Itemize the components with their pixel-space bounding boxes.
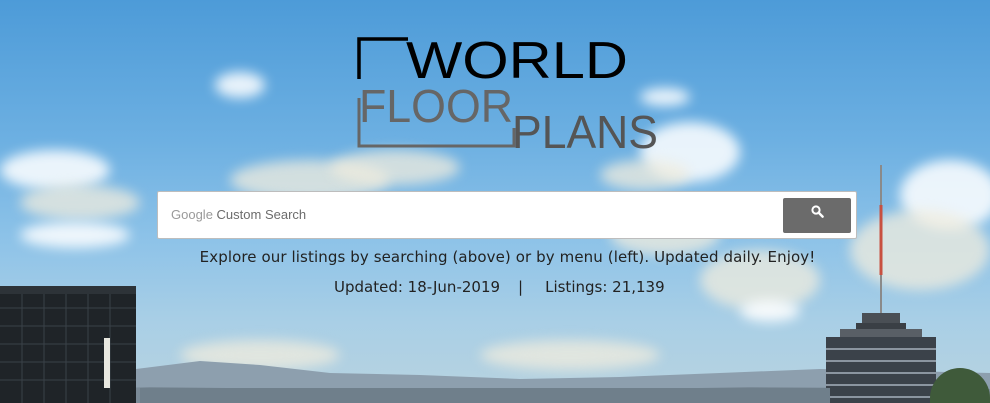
updated-date: Updated: 18-Jun-2019 bbox=[334, 278, 501, 296]
city-skyline bbox=[140, 388, 830, 403]
cloud bbox=[20, 185, 140, 220]
cloud bbox=[740, 300, 800, 322]
stats-line: Updated: 18-Jun-2019 | Listings: 21,139 bbox=[334, 278, 665, 298]
site-logo[interactable]: WORLD FLOOR PLANS bbox=[356, 36, 658, 152]
logo-word-floor: FLOOR bbox=[359, 80, 513, 132]
cloud bbox=[330, 150, 460, 185]
logo-bracket-dark bbox=[357, 37, 408, 79]
stats-separator: | bbox=[518, 278, 524, 296]
logo-word-plans: PLANS bbox=[512, 106, 658, 152]
tagline: Explore our listings by searching (above… bbox=[199, 248, 816, 266]
search-button[interactable] bbox=[783, 198, 851, 233]
cloud bbox=[0, 150, 110, 190]
cloud bbox=[20, 222, 130, 248]
building-left bbox=[0, 286, 136, 403]
search-input[interactable] bbox=[158, 192, 778, 238]
cloud bbox=[215, 72, 265, 98]
cloud bbox=[600, 160, 690, 190]
listings-count: Listings: 21,139 bbox=[545, 278, 665, 296]
search-icon bbox=[810, 205, 824, 218]
search-bar: Google Custom Search bbox=[157, 191, 857, 239]
